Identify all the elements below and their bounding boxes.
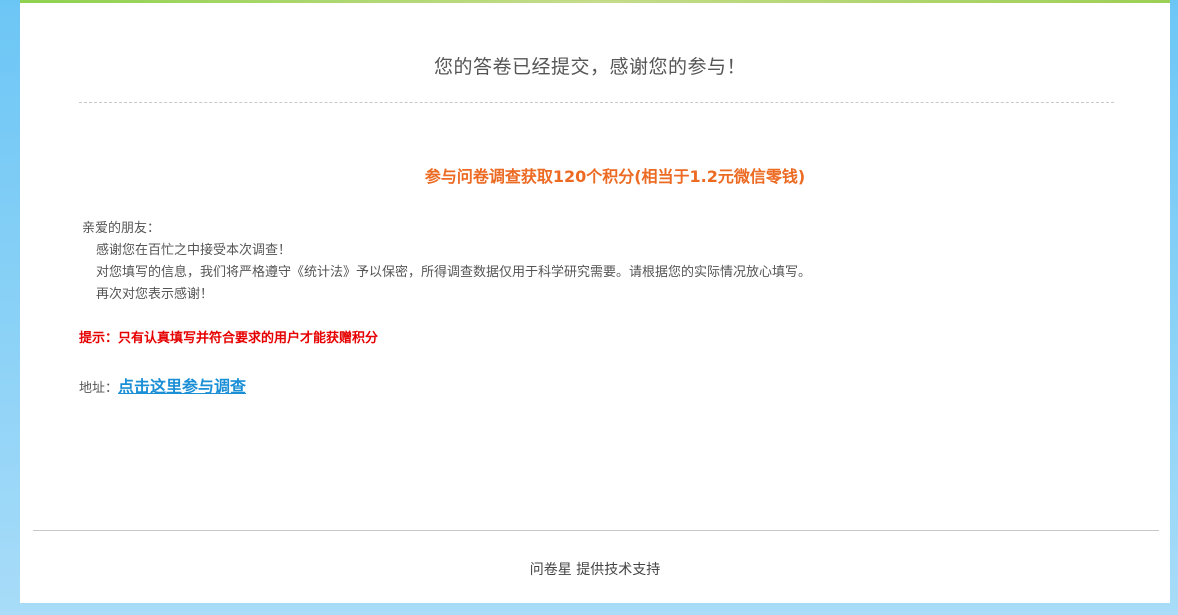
letter-greeting: 亲爱的朋友： [82, 221, 161, 236]
letter-line: 感谢您在百忙之中接受本次调查！ [96, 243, 292, 258]
tip-notice: 提示：只有认真填写并符合要求的用户才能获赠积分 [79, 331, 379, 346]
footer-support-text: 提供技术支持 [576, 562, 661, 578]
letter-line: 对您填写的信息，我们将严格遵守《统计法》予以保密，所得调查数据仅用于科学研究需要… [96, 265, 812, 280]
promo-heading: 参与问卷调查获取120个积分(相当于1.2元微信零钱) [424, 167, 806, 186]
footer-brand-link[interactable]: 问卷星 [530, 562, 572, 578]
address-row: 地址：点击这里参与调查 [79, 373, 246, 397]
title-divider [79, 102, 1114, 103]
address-label: 地址： [79, 381, 119, 396]
footer-divider [33, 530, 1159, 531]
footer: 问卷星 提供技术支持 [20, 559, 1170, 579]
letter-body: 亲爱的朋友： 感谢您在百忙之中接受本次调查！ 对您填写的信息，我们将严格遵守《统… [82, 218, 811, 306]
content-card: 您的答卷已经提交，感谢您的参与！ 参与问卷调查获取120个积分(相当于1.2元微… [20, 3, 1170, 603]
page-title: 您的答卷已经提交，感谢您的参与！ [433, 56, 746, 78]
letter-line: 再次对您表示感谢！ [96, 287, 214, 302]
survey-link[interactable]: 点击这里参与调查 [118, 377, 246, 396]
